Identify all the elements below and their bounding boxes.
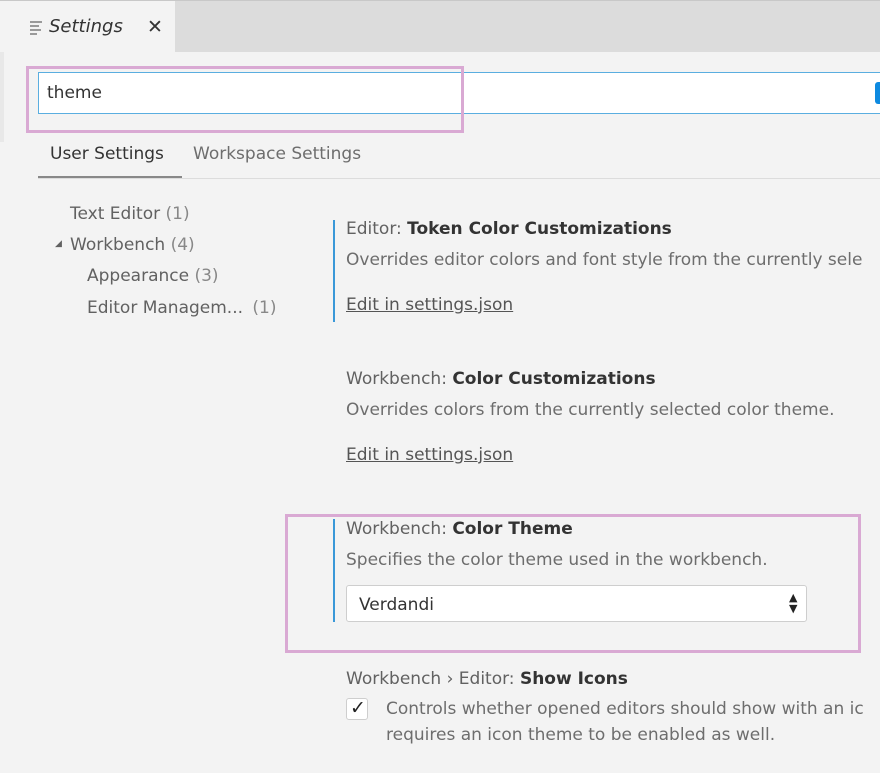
toc-label: Workbench [70, 235, 166, 255]
setting-category: Editor: [346, 219, 408, 239]
modified-indicator [333, 220, 335, 322]
search-action-button[interactable] [875, 82, 880, 104]
setting-title: Workbench › Editor: Show Icons [346, 669, 628, 689]
close-icon[interactable]: ✕ [147, 16, 163, 38]
activity-gutter [0, 52, 4, 142]
setting-category: Workbench › Editor: [346, 669, 520, 689]
setting-description: Overrides colors from the currently sele… [346, 400, 835, 420]
tab-title: Settings [49, 16, 123, 37]
toc-count: (4) [170, 235, 195, 255]
setting-description: Overrides editor colors and font style f… [346, 250, 863, 270]
setting-category: Workbench: [346, 369, 453, 389]
setting-name: Color Customizations [452, 369, 656, 389]
settings-tab[interactable]: Settings ✕ [0, 1, 175, 53]
toc-count: (3) [194, 266, 219, 286]
show-icons-checkbox[interactable]: ✓ [346, 697, 368, 720]
edit-in-settings-json-link[interactable]: Edit in settings.json [346, 445, 513, 465]
settings-scope-tabs: User Settings Workspace Settings [38, 134, 880, 179]
setting-description: Controls whether opened editors should s… [386, 699, 864, 719]
tab-strip: Settings ✕ [0, 0, 880, 53]
toc-item-editor-management[interactable]: Editor Managem... (1) [87, 298, 277, 318]
checkmark-icon: ✓ [350, 697, 366, 719]
toc-label: Editor Managem... [87, 298, 244, 318]
tab-workspace-settings[interactable]: Workspace Settings [193, 144, 361, 164]
active-tab-indicator [38, 176, 182, 178]
toc-count: (1) [252, 298, 277, 318]
toc-item-appearance[interactable]: Appearance (3) [87, 266, 219, 286]
tab-user-settings[interactable]: User Settings [50, 144, 164, 164]
toc-item-workbench[interactable]: Workbench (4) [70, 235, 195, 255]
toc-item-text-editor[interactable]: Text Editor (1) [70, 204, 190, 224]
setting-title: Workbench: Color Customizations [346, 369, 656, 389]
toc-label: Text Editor [70, 204, 161, 224]
chevron-down-icon[interactable]: ◢ [55, 239, 62, 249]
setting-description: requires an icon theme to be enabled as … [386, 725, 776, 745]
setting-name: Token Color Customizations [407, 219, 672, 239]
setting-name: Show Icons [519, 669, 628, 689]
toc-count: (1) [165, 204, 190, 224]
settings-file-icon [30, 21, 42, 37]
edit-in-settings-json-link[interactable]: Edit in settings.json [346, 295, 513, 315]
toc-label: Appearance [87, 266, 190, 286]
highlight-color-theme [285, 514, 861, 653]
setting-title: Editor: Token Color Customizations [346, 219, 672, 239]
highlight-search [26, 66, 464, 133]
